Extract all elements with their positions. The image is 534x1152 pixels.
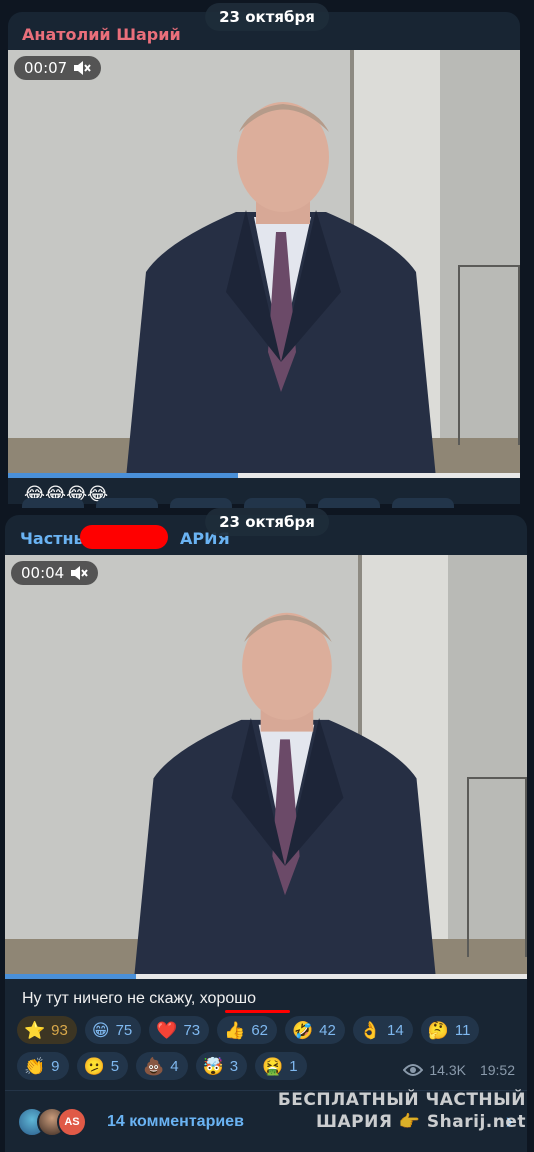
video-progress-fill [5, 974, 136, 979]
red-underline [225, 1010, 290, 1013]
reaction-button[interactable]: 🤯 3 [195, 1052, 248, 1080]
mute-icon[interactable] [70, 565, 89, 581]
watermark-site: Sharij.net [426, 1112, 526, 1132]
reaction-stub [170, 498, 232, 508]
commenter-avatars: AS [17, 1106, 87, 1137]
reaction-count: 5 [110, 1057, 120, 1075]
reaction-button[interactable]: 👍 62 [217, 1016, 277, 1044]
heart-icon: ❤️ [156, 1020, 178, 1040]
watermark: БЕСПЛАТНЫЙ ЧАСТНЫЙ ШАРИЯ 👉 Sharij.net [278, 1089, 526, 1133]
reaction-stub [318, 498, 380, 508]
reaction-button[interactable]: 🫤 5 [76, 1052, 129, 1080]
watermark-line2: ШАРИЯ 👉 Sharij.net [278, 1111, 526, 1133]
message-bubble-1: Анатолий Шарий 00:07 😂😂😂😂 [8, 12, 520, 504]
star-icon: ⭐ [24, 1020, 46, 1040]
video-player[interactable]: 00:04 [5, 555, 527, 979]
reaction-count: 9 [51, 1057, 60, 1075]
eye-icon [403, 1064, 424, 1076]
date-separator: 23 октября [205, 3, 329, 31]
video-player[interactable]: 00:07 [8, 50, 520, 478]
watermark-word: ШАРИЯ [315, 1112, 393, 1132]
reaction-count: 4 [170, 1057, 179, 1075]
video-railing [467, 777, 527, 957]
reaction-stub [244, 498, 306, 508]
reactions-row-partial [22, 498, 454, 508]
reaction-count: 42 [319, 1021, 336, 1039]
grin-icon: 😁 [91, 1020, 110, 1040]
video-progress[interactable] [5, 974, 527, 979]
reaction-button[interactable]: 🤔 11 [420, 1016, 480, 1044]
reaction-button[interactable]: 😁 75 [84, 1016, 142, 1044]
mute-icon[interactable] [73, 60, 92, 76]
reaction-stub [22, 498, 84, 508]
redaction-mark [80, 525, 168, 549]
video-time: 00:07 [24, 59, 68, 77]
message-time: 19:52 [479, 1062, 515, 1078]
reaction-count: 1 [289, 1057, 298, 1075]
reaction-button[interactable]: 💩 4 [136, 1052, 188, 1080]
sender-name-start: Частны [20, 529, 89, 548]
rofl-icon: 🤣 [292, 1020, 314, 1040]
reaction-button[interactable]: 🤣 42 [285, 1016, 345, 1044]
reaction-count: 93 [51, 1021, 68, 1039]
message-caption: Ну тут ничего не скажу, хорошо [22, 990, 256, 1007]
date-separator: 23 октября [205, 508, 329, 536]
reaction-stub [96, 498, 158, 508]
poo-icon: 💩 [143, 1056, 165, 1076]
vomit-icon: 🤮 [262, 1056, 284, 1076]
video-progress-fill [8, 473, 239, 478]
reaction-button[interactable]: ⭐ 93 [17, 1016, 77, 1044]
reaction-count: 11 [454, 1021, 471, 1039]
reaction-count: 73 [183, 1021, 201, 1039]
view-count: 14.3K [429, 1062, 466, 1078]
person-figure [126, 102, 436, 478]
comments-label: 14 комментариев [107, 1112, 244, 1130]
ok-hand-icon: 👌 [359, 1020, 382, 1040]
reaction-count: 3 [229, 1057, 239, 1075]
reaction-stub [392, 498, 454, 508]
message-bubble-2: Частны АРИЯ 00:04 Ну тут ничего не скажу… [5, 515, 527, 1152]
reaction-button[interactable]: 👏 9 [17, 1052, 69, 1080]
person-figure [134, 612, 436, 979]
avatar: AS [57, 1106, 87, 1137]
video-timer[interactable]: 00:04 [11, 561, 99, 585]
message-meta: 14.3K 19:52 [403, 1062, 515, 1078]
pointing-hand-icon: 👉 [398, 1112, 421, 1132]
video-railing [458, 265, 520, 445]
clap-icon: 👏 [24, 1056, 46, 1076]
reaction-button[interactable]: 🤮 1 [255, 1052, 307, 1080]
video-timer[interactable]: 00:07 [14, 56, 102, 80]
thinking-icon: 🤔 [427, 1020, 449, 1040]
confused-icon: 🫤 [83, 1056, 105, 1076]
reaction-button[interactable]: 👌 14 [352, 1016, 413, 1044]
reaction-count: 62 [251, 1021, 268, 1039]
reaction-count: 14 [387, 1021, 404, 1039]
reaction-button[interactable]: ❤️ 73 [149, 1016, 210, 1044]
sender-name[interactable]: Анатолий Шарий [22, 25, 181, 44]
mind-blown-icon: 🤯 [202, 1056, 224, 1076]
video-progress[interactable] [8, 473, 520, 478]
watermark-line1: БЕСПЛАТНЫЙ ЧАСТНЫЙ [277, 1090, 526, 1110]
video-time: 00:04 [21, 564, 65, 582]
reaction-count: 75 [115, 1021, 133, 1039]
thumbs-up-icon: 👍 [224, 1020, 246, 1040]
